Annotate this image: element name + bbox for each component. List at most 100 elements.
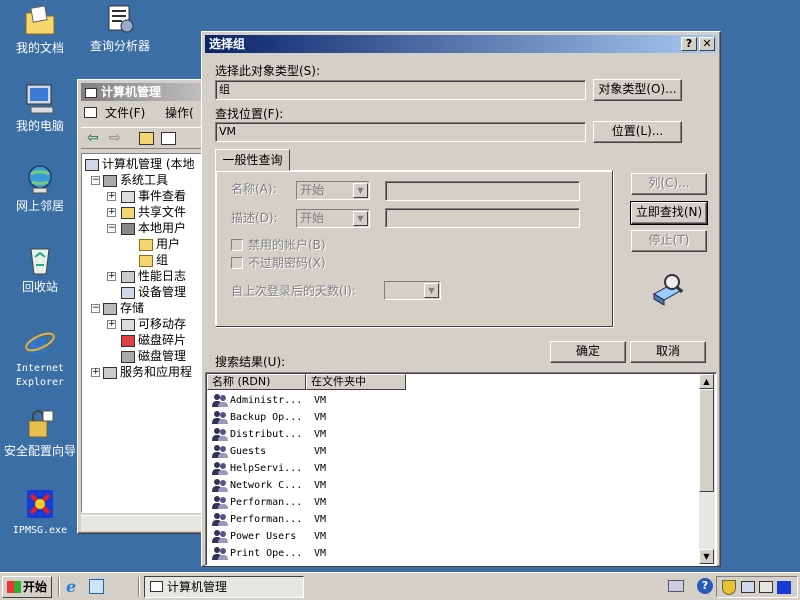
expand-icon[interactable]: + [107,320,116,329]
group-icon [212,410,228,424]
table-row[interactable]: Print Ope... VM [210,545,410,562]
mmc-tree-pane[interactable]: 计算机管理 (本地 − 系统工具 + 事件查看 + 共享文件 − 本地用户 用户… [81,153,205,513]
v-scrollbar[interactable]: ▲ ▼ [699,374,715,564]
select-groups-dialog[interactable]: 选择组 ? ✕ 选择此对象类型(S): 组 对象类型(O)... 查找位置(F)… [201,31,721,567]
group-icon [212,427,228,441]
ok-button[interactable]: 确定 [550,341,626,363]
desktop-icon-my-documents[interactable]: 我的文档 [0,4,80,55]
shield-icon[interactable] [722,580,736,595]
object-types-button[interactable]: 对象类型(O)... [593,79,682,101]
row-name: Performan... [230,497,303,508]
up-folder-icon[interactable] [139,132,154,145]
cancel-button[interactable]: 取消 [630,341,706,363]
removable-storage-icon [121,318,135,331]
tree-item-event-viewer[interactable]: 事件查看 [121,188,186,204]
group-icon [212,495,228,509]
tree-item-shared-folders[interactable]: 共享文件 [121,204,186,220]
scroll-up-icon[interactable]: ▲ [699,374,714,389]
row-name: Distribut... [230,429,303,440]
forward-arrow-icon[interactable]: ⇨ [109,130,121,146]
quicklaunch-explorer-icon[interactable] [89,579,104,594]
show-tree-icon[interactable] [161,132,176,145]
table-row[interactable]: Performan... VM [210,511,410,528]
desktop-icon-recycle-bin[interactable]: 回收站 [0,243,80,294]
perf-logs-icon [121,270,135,283]
tree-item-defrag[interactable]: 磁盘碎片 [121,332,186,348]
device-manager-icon [121,286,135,299]
row-folder: VM [314,395,327,406]
column-header-folder[interactable]: 在文件夹中 [306,374,406,390]
search-results-list[interactable]: 名称 (RDN) 在文件夹中 Administr... VM Backup Op..… [205,372,717,566]
tree-item-perf-logs[interactable]: 性能日志 [121,268,186,284]
locations-button[interactable]: 位置(L)... [593,121,682,143]
back-arrow-icon[interactable]: ⇦ [87,130,99,146]
collapse-icon[interactable]: − [91,304,100,313]
find-now-button[interactable]: 立即查找(N) [630,201,708,225]
mmc-h-scrollbar[interactable] [81,515,205,531]
help-button[interactable]: ? [681,37,697,51]
tree-item-services-apps[interactable]: 服务和应用程 [103,364,192,380]
description-input [385,208,580,228]
non-expiring-password-label: 不过期密码(X) [248,256,326,270]
desktop-icon-network[interactable]: 网上邻居 [0,162,80,213]
tree-item-disk-management[interactable]: 磁盘管理 [121,348,186,364]
table-row[interactable]: Administr... VM [210,392,410,409]
dropdown-arrow-icon: ▼ [424,283,439,298]
disk-management-icon [121,350,135,363]
desktop-icon-query-analyzer[interactable]: 查询分析器 [80,2,160,53]
table-row[interactable]: Distribut... VM [210,426,410,443]
tree-item-removable-storage[interactable]: 可移动存 [121,316,186,332]
tree-item-users[interactable]: 用户 [139,236,180,252]
row-folder: VM [314,412,327,423]
monitor-icon[interactable] [741,581,755,593]
expand-icon[interactable]: + [107,192,116,201]
name-input [385,181,580,201]
expand-icon[interactable]: + [107,272,116,281]
table-row[interactable]: Performan... VM [210,494,410,511]
computer-management-window[interactable]: 计算机管理 文件(F) 操作( ⇦ ⇨ 计算机管理 (本地 − 系统工具 + 事… [77,79,207,534]
tree-item-system-tools[interactable]: 系统工具 [103,172,168,188]
tree-item-root[interactable]: 计算机管理 (本地 [85,156,195,172]
non-expiring-password-checkbox [231,257,243,269]
tree-item-local-users[interactable]: 本地用户 [121,220,186,236]
desktop-icon-my-computer[interactable]: 我的电脑 [0,82,80,133]
help-tray-icon[interactable]: ? [697,578,713,594]
menu-file[interactable]: 文件(F) [105,104,145,122]
group-icon [212,393,228,407]
quicklaunch-ie-icon[interactable]: e [66,578,84,596]
close-button[interactable]: ✕ [699,37,715,51]
column-header-name[interactable]: 名称 (RDN) [207,374,306,390]
ipmsg-tray-icon[interactable] [777,581,791,594]
taskbar: 开始 e 计算机管理 ? [0,572,800,600]
tree-item-device-manager[interactable]: 设备管理 [121,284,186,300]
table-row[interactable]: Network C... VM [210,477,410,494]
dropdown-arrow-icon: ▼ [353,211,368,226]
desktop-icon-internet-explorer[interactable]: e Internet Explorer [0,325,80,390]
desktop-icon-security-wizard[interactable]: 安全配置向导 [0,407,80,458]
scroll-down-icon[interactable]: ▼ [699,549,714,564]
tab-general-query[interactable]: 一般性查询 [215,149,290,171]
table-row[interactable]: Power Users VM [210,528,410,545]
expand-icon[interactable]: + [107,208,116,217]
row-name: HelpServi... [230,463,303,474]
dialog-titlebar[interactable]: 选择组 ? ✕ [205,35,717,53]
desktop-icon-ipmsg[interactable]: IPMSG.exe [0,487,80,538]
table-row[interactable]: Backup Op... VM [210,409,410,426]
network-tray-icon[interactable] [668,580,684,592]
collapse-icon[interactable]: − [91,176,100,185]
table-row[interactable]: HelpServi... VM [210,460,410,477]
days-since-login-combo: ▼ [384,281,441,300]
scroll-thumb[interactable] [699,389,714,492]
taskbar-button-computer-management[interactable]: 计算机管理 [144,576,304,598]
expand-icon[interactable]: + [91,368,100,377]
menu-action[interactable]: 操作( [165,104,194,122]
dropdown-arrow-icon: ▼ [353,183,368,198]
mmc-titlebar[interactable]: 计算机管理 [81,83,203,101]
start-button[interactable]: 开始 [2,576,52,598]
collapse-icon[interactable]: − [107,224,116,233]
display-icon[interactable] [759,581,773,593]
table-row[interactable]: Guests VM [210,443,410,460]
row-name: Backup Op... [230,412,303,423]
tree-item-storage[interactable]: 存储 [103,300,144,316]
tree-item-groups[interactable]: 组 [139,252,168,268]
